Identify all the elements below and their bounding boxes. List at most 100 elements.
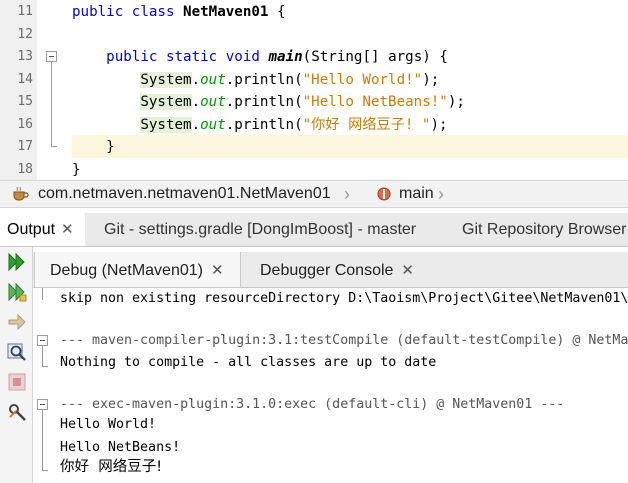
code-token: public bbox=[106, 49, 166, 65]
fold-guide-end bbox=[42, 470, 48, 471]
console-line: Hello NetBeans! bbox=[60, 440, 181, 455]
code-text: System.out.println("你好 网络豆子! "); bbox=[72, 114, 448, 137]
fold-guide-line bbox=[42, 410, 43, 470]
code-token: System bbox=[140, 94, 192, 110]
line-number: 13 bbox=[17, 49, 33, 64]
fold-guide-line bbox=[42, 288, 43, 300]
tab-debugger-console[interactable]: Debugger Console ✕ bbox=[260, 252, 414, 287]
code-line: 16 System.out.println("你好 网络豆子! "); bbox=[0, 114, 628, 137]
console-line: 你好 网络豆子! bbox=[60, 459, 163, 475]
fold-guide-line bbox=[42, 346, 43, 366]
code-text: public static void main(String[] args) { bbox=[72, 46, 448, 69]
line-number: 18 bbox=[17, 161, 33, 177]
code-text: System.out.println("Hello World!"); bbox=[72, 69, 439, 92]
tools-icon[interactable] bbox=[6, 401, 28, 423]
tab-debug[interactable]: Debug (NetMaven01) ✕ bbox=[34, 252, 241, 287]
line-number: 15 bbox=[17, 94, 33, 109]
code-token: out bbox=[200, 71, 226, 88]
code-token: . bbox=[191, 94, 201, 110]
code-line: 12 bbox=[0, 24, 628, 47]
code-token: } bbox=[72, 161, 81, 178]
code-line: 18} bbox=[0, 159, 628, 181]
code-line: 17 } bbox=[0, 136, 628, 159]
tab-git-repo-label: Git Repository Browser bbox=[462, 221, 627, 238]
code-token: public bbox=[72, 4, 132, 20]
console-line: skip non existing resourceDirectory D:\T… bbox=[60, 291, 628, 306]
code-text: } bbox=[72, 136, 115, 159]
rerun-icon[interactable] bbox=[6, 251, 28, 273]
code-token: System bbox=[140, 71, 192, 88]
code-editor[interactable]: 11 public class NetMaven01 {12 13 public s… bbox=[0, 0, 628, 180]
fold-guide-end bbox=[42, 366, 48, 367]
code-token: NetMaven01 bbox=[183, 4, 269, 20]
code-token: main bbox=[268, 49, 303, 65]
method-icon bbox=[377, 187, 391, 201]
code-token: "Hello NetBeans!" bbox=[302, 94, 448, 110]
step-icon[interactable] bbox=[6, 311, 28, 333]
code-token: { bbox=[268, 4, 286, 20]
console-line: Nothing to compile - all classes are up … bbox=[60, 355, 437, 370]
console-line: Hello World! bbox=[60, 417, 157, 432]
code-token: .println( bbox=[225, 116, 303, 133]
code-token: .println( bbox=[225, 94, 303, 110]
tab-git-repository-browser[interactable]: Git Repository Browser bbox=[462, 213, 627, 246]
line-number: 17 bbox=[17, 139, 33, 154]
code-token: . bbox=[191, 116, 201, 133]
code-text: public class NetMaven01 { bbox=[72, 1, 286, 24]
code-text: } bbox=[72, 159, 81, 181]
line-number: 14 bbox=[17, 71, 33, 87]
breadcrumb-chevron-icon: › bbox=[438, 184, 444, 204]
code-token: "你好 网络豆子! " bbox=[302, 116, 431, 133]
code-token: ); bbox=[430, 116, 448, 133]
settings-search-icon[interactable] bbox=[6, 341, 28, 363]
coffee-cup-icon bbox=[13, 186, 29, 201]
breadcrumb-class-path[interactable]: com.netmaven.netmaven01.NetMaven01 bbox=[38, 185, 331, 203]
tab-debugger-console-label: Debugger Console bbox=[260, 262, 394, 279]
breadcrumb-method[interactable]: main bbox=[399, 185, 434, 203]
output-sub-tabs: Debug (NetMaven01) ✕ Debugger Console ✕ bbox=[33, 252, 628, 288]
breadcrumb-chevron-icon: › bbox=[344, 184, 350, 204]
line-number: 12 bbox=[17, 26, 33, 42]
code-line: 14 System.out.println("Hello World!"); bbox=[0, 69, 628, 92]
code-token: } bbox=[72, 139, 115, 155]
code-token: out bbox=[200, 116, 226, 133]
tab-output-label: Output bbox=[7, 221, 56, 238]
output-side-toolbar bbox=[0, 247, 33, 483]
code-token: . bbox=[191, 71, 201, 88]
code-text: System.out.println("Hello NetBeans!"); bbox=[72, 91, 465, 114]
close-icon[interactable]: ✕ bbox=[61, 221, 74, 238]
fold-section-icon[interactable] bbox=[37, 399, 48, 410]
tab-git-settings-label: Git - settings.gradle [DongImBoost] - ma… bbox=[104, 221, 417, 238]
code-token: .println( bbox=[225, 71, 303, 88]
code-token: void bbox=[225, 49, 269, 65]
console-output[interactable]: skip non existing resourceDirectory D:\T… bbox=[33, 288, 628, 483]
stop-icon[interactable] bbox=[6, 371, 28, 393]
code-token: out bbox=[200, 94, 226, 110]
breadcrumb: com.netmaven.netmaven01.NetMaven01 › mai… bbox=[0, 180, 628, 208]
code-token: ); bbox=[422, 71, 440, 88]
output-window-tabs: Output ✕ Git - settings.gradle [DongImBoo… bbox=[0, 213, 628, 247]
tab-git-settings[interactable]: Git - settings.gradle [DongImBoost] - ma… bbox=[104, 213, 416, 246]
code-token: static bbox=[165, 49, 226, 65]
console-line: --- exec-maven-plugin:3.1.0:exec (defaul… bbox=[60, 397, 565, 412]
code-token: System bbox=[140, 116, 192, 133]
code-line: 13 public static void main(String[] args… bbox=[0, 46, 628, 69]
rerun-with-options-icon[interactable] bbox=[6, 281, 28, 303]
fold-section-icon[interactable] bbox=[37, 335, 48, 346]
code-token: "Hello World!" bbox=[302, 71, 423, 88]
close-icon[interactable]: ✕ bbox=[211, 262, 224, 279]
tab-debug-label: Debug (NetMaven01) bbox=[50, 262, 203, 279]
line-number: 16 bbox=[17, 116, 33, 132]
code-token: (String[] args) { bbox=[302, 49, 448, 65]
code-line: 15 System.out.println("Hello NetBeans!")… bbox=[0, 91, 628, 114]
line-number: 11 bbox=[17, 4, 33, 19]
code-token: class bbox=[131, 4, 184, 20]
console-line: --- maven-compiler-plugin:3.1:testCompil… bbox=[60, 333, 628, 348]
close-icon[interactable]: ✕ bbox=[401, 262, 414, 279]
tab-output[interactable]: Output ✕ bbox=[0, 213, 85, 246]
code-token: ); bbox=[447, 94, 465, 110]
